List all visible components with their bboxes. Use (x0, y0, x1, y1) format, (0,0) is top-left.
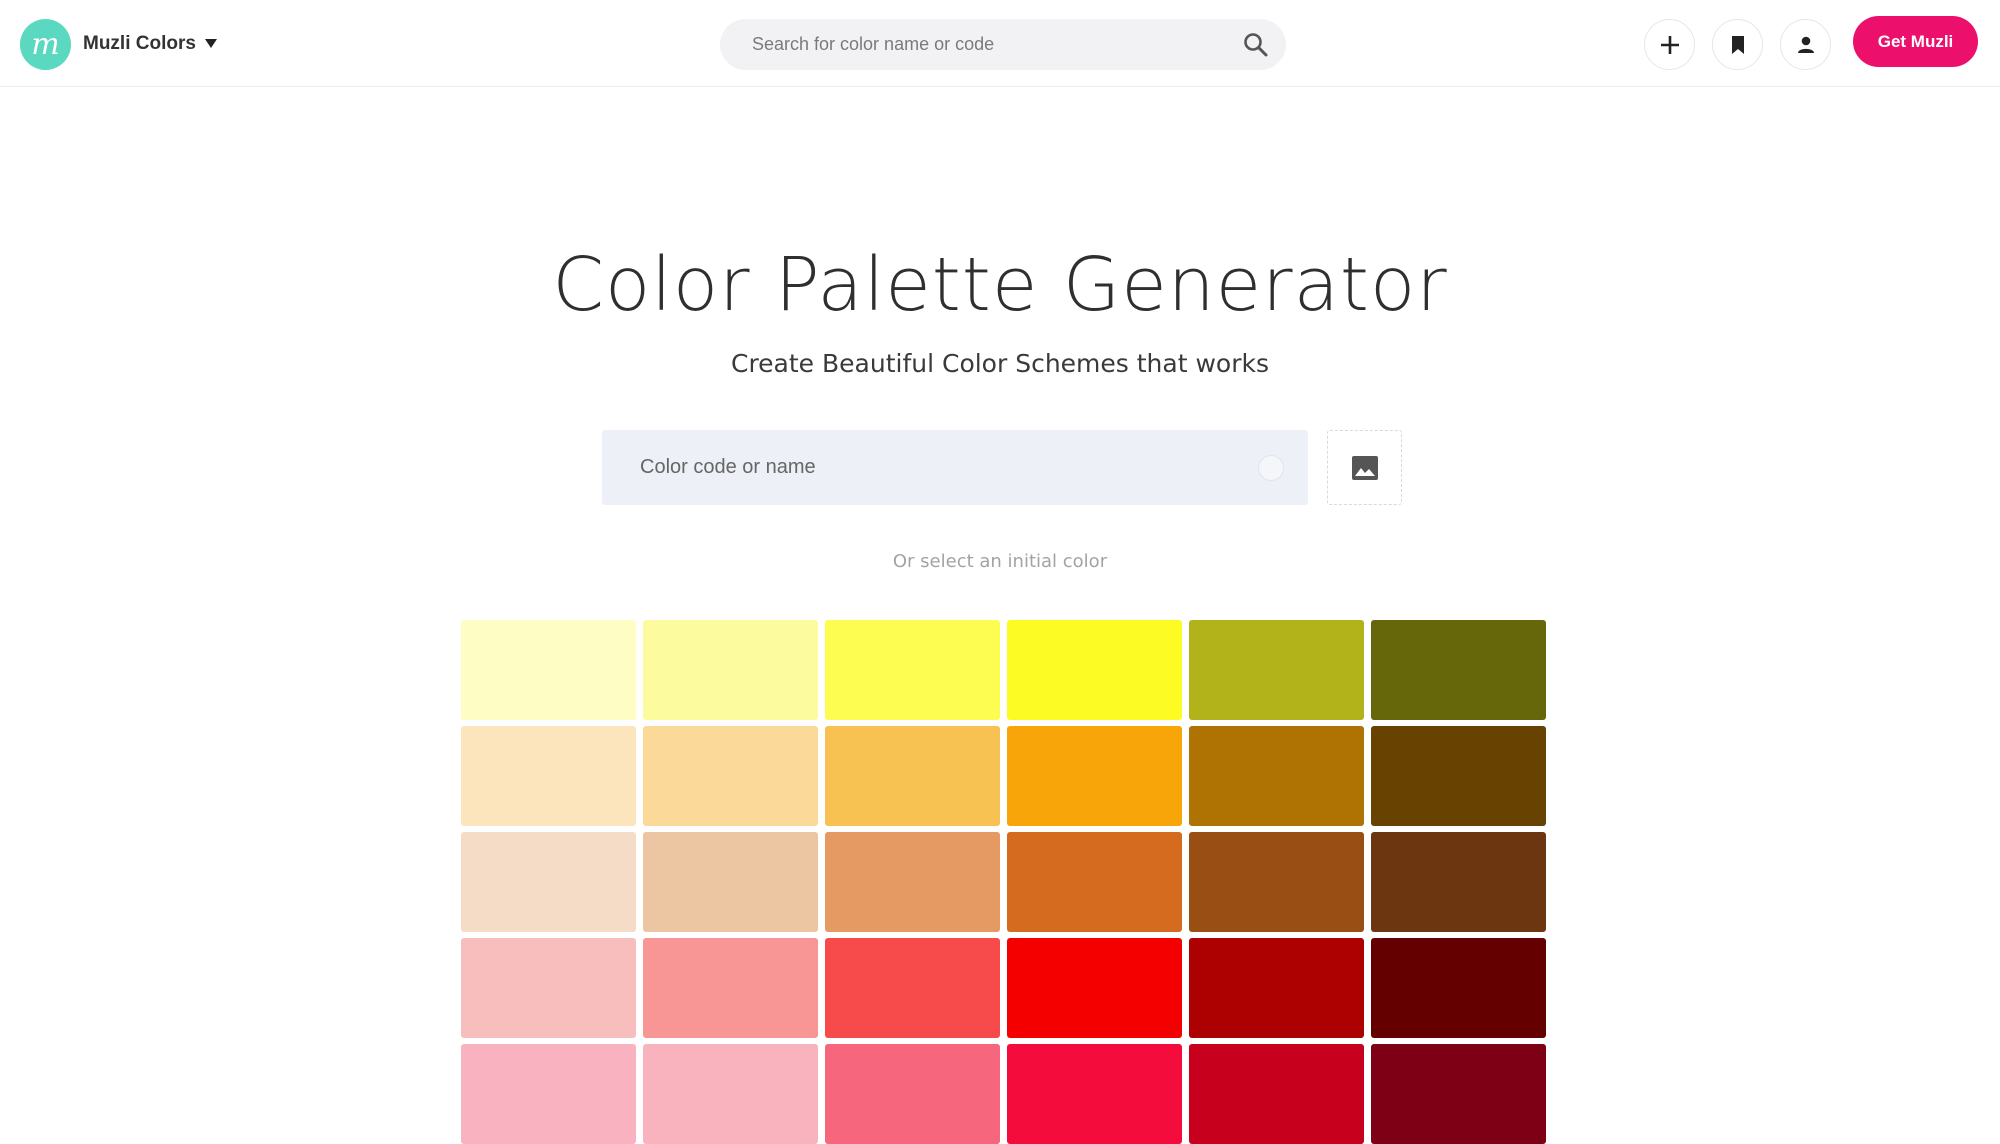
get-muzli-button[interactable]: Get Muzli (1853, 16, 1978, 67)
color-swatch[interactable] (643, 726, 818, 826)
search-icon[interactable] (1242, 31, 1270, 59)
color-swatch[interactable] (825, 620, 1000, 720)
color-swatch[interactable] (461, 620, 636, 720)
color-swatch[interactable] (1371, 620, 1546, 720)
add-button[interactable] (1644, 19, 1695, 70)
initial-color-grid (461, 620, 1546, 1144)
color-swatch[interactable] (825, 726, 1000, 826)
color-swatch[interactable] (643, 938, 818, 1038)
color-swatch[interactable] (1007, 1044, 1182, 1144)
image-icon (1351, 455, 1378, 480)
color-swatch[interactable] (1189, 938, 1364, 1038)
top-navigation-bar: m Muzli Colors Get Muzli (0, 0, 2000, 87)
color-swatch[interactable] (825, 1044, 1000, 1144)
color-swatch[interactable] (461, 726, 636, 826)
plus-icon (1660, 35, 1679, 54)
color-swatch[interactable] (1371, 726, 1546, 826)
page-subtitle: Create Beautiful Color Schemes that work… (730, 349, 1269, 378)
color-swatch[interactable] (643, 620, 818, 720)
color-swatch[interactable] (643, 832, 818, 932)
color-swatch[interactable] (1371, 832, 1546, 932)
color-swatch[interactable] (1007, 832, 1182, 932)
bookmark-icon (1731, 35, 1744, 54)
search-bar (720, 19, 1286, 70)
muzli-logo[interactable]: m (20, 19, 71, 70)
page-title: Color Palette Generator (552, 242, 1448, 328)
color-swatch[interactable] (1007, 620, 1182, 720)
color-swatch[interactable] (461, 832, 636, 932)
color-swatch[interactable] (1189, 832, 1364, 932)
color-code-input[interactable] (640, 430, 1240, 505)
color-swatch[interactable] (1189, 620, 1364, 720)
color-swatch[interactable] (1189, 726, 1364, 826)
profile-button[interactable] (1780, 19, 1831, 70)
search-input[interactable] (752, 19, 1232, 70)
color-input-container (602, 430, 1308, 505)
color-swatch[interactable] (1371, 1044, 1546, 1144)
color-swatch[interactable] (1371, 938, 1546, 1038)
brand-menu[interactable]: Muzli Colors (83, 33, 196, 55)
color-swatch[interactable] (825, 938, 1000, 1038)
upload-image-button[interactable] (1327, 430, 1402, 505)
user-icon (1797, 36, 1814, 53)
color-swatch[interactable] (1007, 726, 1182, 826)
color-swatch[interactable] (461, 1044, 636, 1144)
color-swatch[interactable] (1189, 1044, 1364, 1144)
caret-down-icon[interactable] (205, 39, 217, 48)
color-swatch[interactable] (643, 1044, 818, 1144)
initial-color-hint: Or select an initial color (892, 551, 1108, 572)
color-swatch[interactable] (825, 832, 1000, 932)
bookmarks-button[interactable] (1712, 19, 1763, 70)
color-preview-dot[interactable] (1258, 455, 1284, 481)
color-swatch[interactable] (461, 938, 636, 1038)
color-swatch[interactable] (1007, 938, 1182, 1038)
